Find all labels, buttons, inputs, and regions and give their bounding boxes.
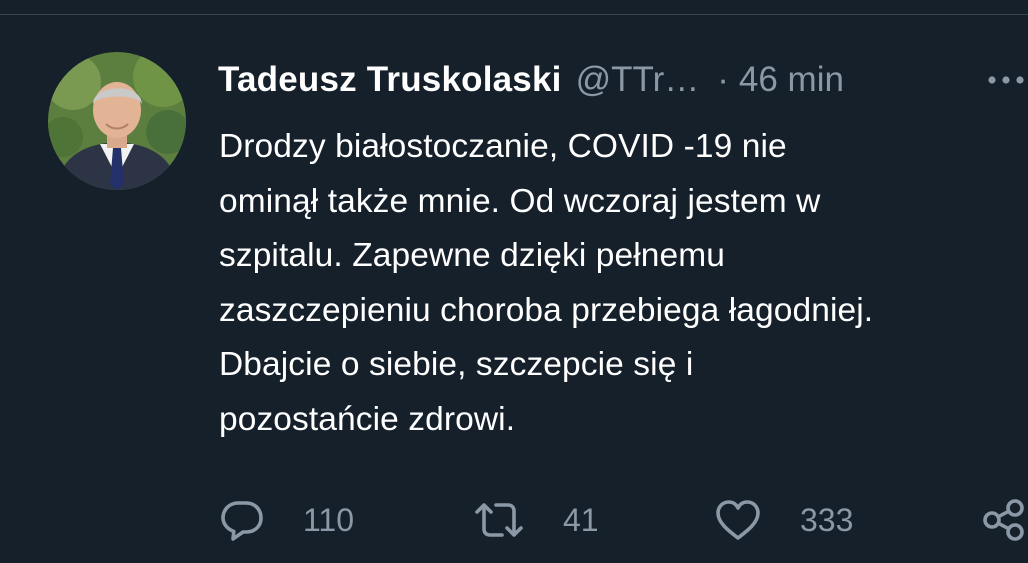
share-icon bbox=[983, 499, 1024, 541]
tweet-header: Tadeusz Truskolaski @TTr… · 46 min bbox=[218, 55, 1018, 105]
reply-button[interactable]: 110 bbox=[219, 492, 354, 548]
divider bbox=[0, 14, 1028, 15]
share-button[interactable] bbox=[981, 492, 1028, 548]
like-icon bbox=[716, 500, 760, 540]
more-horizontal-icon[interactable] bbox=[985, 72, 1028, 88]
reply-icon bbox=[221, 501, 263, 541]
author-display-name[interactable]: Tadeusz Truskolaski bbox=[218, 60, 562, 100]
tweet-text: Drodzy białostoczanie, COVID -19 nie omi… bbox=[219, 128, 874, 438]
tweet-actions: 110 41 333 bbox=[0, 492, 1028, 548]
avatar-image bbox=[48, 52, 186, 190]
retweet-button[interactable]: 41 bbox=[473, 492, 599, 548]
retweet-count: 41 bbox=[563, 501, 599, 538]
reply-count: 110 bbox=[303, 501, 355, 538]
like-button[interactable]: 333 bbox=[714, 492, 853, 548]
tweet-timestamp[interactable]: 46 min bbox=[739, 60, 844, 100]
separator-dot: · bbox=[717, 60, 729, 99]
retweet-icon bbox=[475, 503, 523, 537]
avatar[interactable] bbox=[48, 52, 186, 190]
author-handle[interactable]: @TTr… bbox=[576, 60, 700, 100]
like-count: 333 bbox=[800, 501, 854, 538]
